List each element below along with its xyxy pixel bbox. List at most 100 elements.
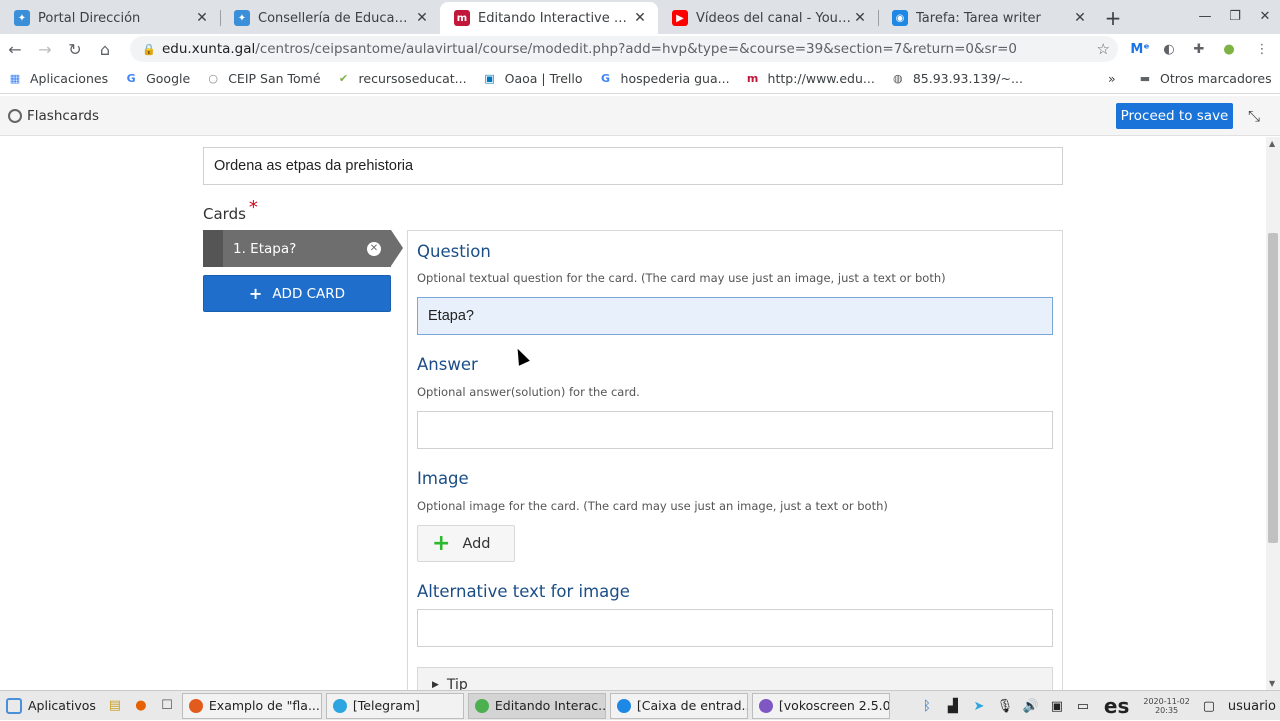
keyboard-layout[interactable]: es	[1104, 694, 1129, 718]
bookmark-ip[interactable]: ◍ 85.93.93.139/~...	[883, 71, 1031, 86]
answer-description: Optional answer(solution) for the card.	[417, 385, 640, 399]
card-list-item[interactable]: 1. Etapa? ✕	[203, 230, 403, 267]
moodle-icon: m	[746, 72, 759, 85]
bluetooth-icon[interactable]: ᛒ	[916, 695, 938, 717]
browser-tab-tarefa[interactable]: ◉ Tarefa: Tarea writer ✕	[878, 2, 1098, 34]
bookmark-google[interactable]: G Google	[116, 71, 198, 86]
bookmark-edu[interactable]: m http://www.edu...	[738, 71, 883, 86]
bookmark-trello[interactable]: ▣ Oaoa | Trello	[475, 71, 591, 86]
back-button[interactable]: ←	[0, 34, 30, 64]
title-input[interactable]: Ordena as etpas da prehistoria	[203, 147, 1063, 185]
microphone-icon[interactable]: 🎙	[994, 695, 1016, 717]
browser-tab-strip: ✦ Portal Dirección ✕ ✦ Consellería de Ed…	[0, 0, 1280, 34]
vokoscreen-icon	[758, 698, 773, 713]
file-manager-icon[interactable]: ▤	[104, 695, 126, 717]
user-icon[interactable]: ▢	[1198, 695, 1220, 717]
moodle-favicon-icon: m	[454, 10, 470, 26]
os-taskbar: Aplicativos ▤ ● ☐ Exampl​o de "fla... [T…	[0, 690, 1280, 720]
telegram-icon	[332, 698, 347, 713]
start-menu-button[interactable]: Aplicativos	[0, 691, 102, 721]
lock-icon[interactable]: 🔒	[142, 43, 156, 56]
tab-close-icon[interactable]: ✕	[632, 10, 648, 26]
xunta-favicon-icon: ✦	[14, 10, 30, 26]
new-tab-button[interactable]: +	[1098, 2, 1128, 34]
bookmark-recursos[interactable]: ✔ recursoseducat...	[329, 71, 475, 86]
add-card-button[interactable]: + ADD CARD	[203, 275, 391, 312]
network-icon[interactable]: ▟	[942, 695, 964, 717]
task-chrome[interactable]: Editando Interac...	[467, 692, 606, 719]
image-heading: Image	[417, 469, 469, 488]
window-controls: — ❐ ✕	[1190, 0, 1280, 32]
tab-close-icon[interactable]: ✕	[194, 10, 210, 26]
tab-title: Tarefa: Tarea writer	[916, 10, 1041, 26]
tab-title: Editando Interactive Conte	[478, 10, 632, 26]
address-bar[interactable]: 🔒 edu.xunta.gal/centros/ceipsantome/aula…	[130, 36, 1118, 62]
browser-menu-icon[interactable]: ⋮	[1248, 34, 1276, 64]
fullscreen-icon[interactable]: ⤡	[1244, 106, 1264, 126]
task-firefox[interactable]: Exampl​o de "fla...	[181, 692, 322, 719]
volume-icon[interactable]: 🔊	[1020, 695, 1042, 717]
google-icon: G	[126, 72, 136, 85]
restore-icon[interactable]: ❐	[1220, 0, 1250, 32]
proceed-to-save-button[interactable]: Proceed to save	[1116, 103, 1233, 129]
bookmark-hospederia[interactable]: Ghospederia gua...	[591, 71, 738, 86]
tab-close-icon[interactable]: ✕	[1072, 10, 1088, 26]
system-tray: ᛒ ▟ ➤ 🎙 🔊 ▣ ▭ es 2020-11-02 20:35 ▢ usuar…	[914, 691, 1280, 721]
user-name[interactable]: usuario	[1228, 699, 1276, 714]
scroll-down-icon[interactable]: ▼	[1269, 679, 1275, 688]
bookmark-star-icon[interactable]: ☆	[1097, 40, 1110, 58]
task-telegram[interactable]: [Telegram]	[325, 692, 464, 719]
telegram-tray-icon[interactable]: ➤	[968, 695, 990, 717]
page-scrollbar[interactable]: ▲ ▼	[1266, 137, 1280, 690]
screenshot-icon[interactable]: ▣	[1046, 695, 1068, 717]
other-bookmarks[interactable]: ▬ Otros marcadores	[1130, 71, 1280, 86]
task-mail[interactable]: [Caixa de entrad...	[609, 692, 748, 719]
card-editor-panel: Question Optional textual question for t…	[407, 230, 1063, 690]
card-label: 1. Etapa?	[233, 240, 297, 257]
forward-button[interactable]: →	[30, 34, 60, 64]
tab-close-icon[interactable]: ✕	[414, 10, 430, 26]
plus-icon: +	[248, 284, 263, 303]
extensions-puzzle-icon[interactable]: ✚	[1185, 34, 1213, 64]
browser-toolbar: ← → ↻ ⌂ 🔒 edu.xunta.gal/centros/ceipsant…	[0, 34, 1280, 64]
window-close-icon[interactable]: ✕	[1250, 0, 1280, 32]
tab-title: Vídeos del canal - YouTube	[696, 10, 852, 26]
remove-card-icon[interactable]: ✕	[367, 241, 381, 256]
extension-m-icon[interactable]: Mᵉ	[1126, 34, 1154, 64]
browser-tab-editando[interactable]: m Editando Interactive Conte ✕	[440, 2, 658, 34]
editor-content: Ordena as etpas da prehistoria Cards * 1.…	[0, 137, 1266, 690]
bookmark-aplicaciones[interactable]: ▦ Aplicaciones	[0, 71, 116, 86]
question-input[interactable]: Etapa?	[417, 297, 1053, 335]
bookmarks-overflow-button[interactable]: »	[1100, 71, 1124, 86]
profile-avatar-icon[interactable]: ●	[1215, 34, 1243, 64]
minimize-icon[interactable]: —	[1190, 0, 1220, 32]
browser-tab-youtube[interactable]: ▶ Vídeos del canal - YouTube ✕	[658, 2, 878, 34]
firefox-icon[interactable]: ●	[130, 695, 152, 717]
alt-text-input[interactable]	[417, 609, 1053, 647]
extension-circle-icon[interactable]: ◐	[1155, 34, 1183, 64]
add-image-button[interactable]: + Add	[417, 525, 515, 562]
scrollbar-thumb[interactable]	[1268, 233, 1278, 543]
tip-collapsible[interactable]: ▶ Tip	[417, 667, 1053, 690]
youtube-favicon-icon: ▶	[672, 10, 688, 26]
answer-input[interactable]	[417, 411, 1053, 449]
task-favicon-icon: ◉	[892, 10, 908, 26]
notes-icon[interactable]: ▭	[1072, 695, 1094, 717]
tab-close-icon[interactable]: ✕	[852, 10, 868, 26]
image-description: Optional image for the card. (The card m…	[417, 499, 888, 513]
check-icon: ✔	[338, 72, 349, 85]
drag-handle[interactable]	[203, 230, 223, 267]
content-type-label: Flashcards	[8, 108, 99, 124]
globe-icon: ○	[208, 72, 218, 85]
firefox-icon	[188, 698, 203, 713]
chat-icon[interactable]: ☐	[156, 695, 178, 717]
clock[interactable]: 2020-11-02 20:35	[1143, 697, 1190, 715]
reload-button[interactable]: ↻	[60, 34, 90, 64]
bookmark-ceip[interactable]: ○ CEIP San Tomé	[198, 71, 328, 86]
scroll-up-icon[interactable]: ▲	[1269, 139, 1275, 148]
browser-tab-conselleria[interactable]: ✦ Consellería de Educación, ✕	[220, 2, 440, 34]
home-button[interactable]: ⌂	[90, 34, 120, 64]
chrome-icon	[474, 698, 489, 713]
browser-tab-portal[interactable]: ✦ Portal Dirección ✕	[0, 2, 220, 34]
task-vokoscreen[interactable]: [vokoscreen 2.5.0]	[751, 692, 890, 719]
